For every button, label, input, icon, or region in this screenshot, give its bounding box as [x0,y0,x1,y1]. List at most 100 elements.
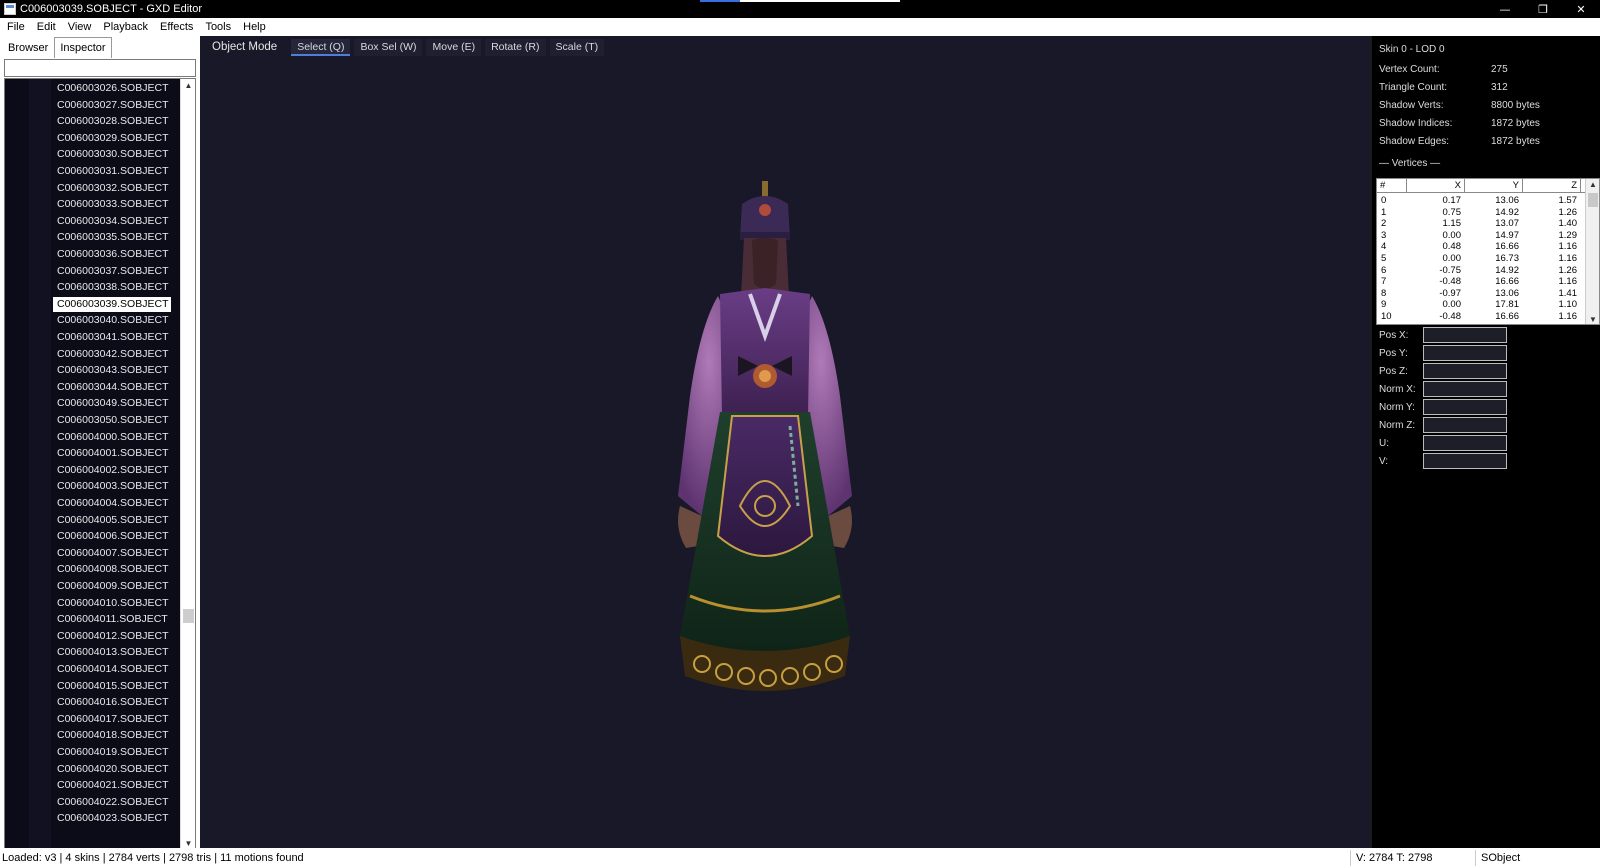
table-row[interactable]: 7 -0.48 16.66 1.16 [1377,276,1587,288]
list-item[interactable]: C006003037.SOBJECT [53,264,171,279]
vscroll-down-icon[interactable]: ▼ [1586,314,1599,324]
box-select-tool-button[interactable]: Box Sel (W) [354,38,423,56]
table-row[interactable]: 10 -0.48 16.66 1.16 [1377,311,1587,323]
maximize-button[interactable]: ❐ [1524,0,1562,18]
table-row[interactable]: 0 0.17 13.06 1.57 [1377,195,1587,207]
move-tool-button[interactable]: Move (E) [426,38,482,56]
field-input[interactable] [1423,435,1507,451]
menu-help[interactable]: Help [238,21,273,33]
list-item[interactable]: C006003031.SOBJECT [53,164,171,179]
list-item[interactable]: C006003041.SOBJECT [53,330,171,345]
col-index[interactable]: # [1377,179,1407,193]
scroll-up-icon[interactable]: ▲ [181,79,195,93]
field-input[interactable] [1423,381,1507,397]
list-item[interactable]: C006004007.SOBJECT [53,546,171,561]
vertices-table[interactable]: # X Y Z 0 0.17 13.06 1.57 1 0.75 14.92 1.26 2 1.1… [1376,178,1600,325]
skin-lod-title: Skin 0 - LOD 0 [1379,44,1445,55]
list-item[interactable]: C006003042.SOBJECT [53,347,171,362]
list-item[interactable]: C006004002.SOBJECT [53,463,171,478]
list-item[interactable]: C006004005.SOBJECT [53,513,171,528]
list-item[interactable]: C006004022.SOBJECT [53,795,171,810]
menu-effects[interactable]: Effects [155,21,200,33]
table-row[interactable]: 3 0.00 14.97 1.29 [1377,230,1587,242]
list-item[interactable]: C006004004.SOBJECT [53,496,171,511]
list-item[interactable]: C006003032.SOBJECT [53,181,171,196]
field-input[interactable] [1423,399,1507,415]
list-item[interactable]: C006003039.SOBJECT [53,296,172,312]
scroll-thumb[interactable] [183,609,194,623]
character-model[interactable] [640,176,910,776]
list-item[interactable]: C006003033.SOBJECT [53,197,171,212]
list-item[interactable]: C006003036.SOBJECT [53,247,171,262]
table-row[interactable]: 2 1.15 13.07 1.40 [1377,218,1587,230]
col-y[interactable]: Y [1465,179,1523,193]
table-row[interactable]: 9 0.00 17.81 1.10 [1377,299,1587,311]
list-item[interactable]: C006004015.SOBJECT [53,679,171,694]
list-item[interactable]: C006003034.SOBJECT [53,214,171,229]
table-row[interactable]: 6 -0.75 14.92 1.26 [1377,265,1587,277]
list-item[interactable]: C006004006.SOBJECT [53,529,171,544]
minimize-button[interactable]: — [1486,0,1524,18]
list-item[interactable]: C006004021.SOBJECT [53,778,171,793]
list-item[interactable]: C006003050.SOBJECT [53,413,171,428]
menu-file[interactable]: File [2,21,32,33]
list-item[interactable]: C006003043.SOBJECT [53,363,171,378]
list-vertical-scrollbar[interactable]: ▲ ▼ [180,79,195,851]
field-input[interactable] [1423,345,1507,361]
list-item[interactable]: C006004014.SOBJECT [53,662,171,677]
scale-tool-button[interactable]: Scale (T) [549,38,605,56]
hat-jewel [759,204,771,216]
stat-value: 8800 bytes [1491,100,1540,111]
list-item[interactable]: C006004001.SOBJECT [53,446,171,461]
list-item[interactable]: C006003040.SOBJECT [53,313,171,328]
field-input[interactable] [1423,363,1507,379]
vscroll-up-icon[interactable]: ▲ [1586,179,1599,191]
list-item[interactable]: C006004003.SOBJECT [53,479,171,494]
3d-viewport[interactable]: Object Mode Select (Q) Box Sel (W) Move … [200,36,1370,848]
menu-playback[interactable]: Playback [98,21,155,33]
list-item[interactable]: C006004013.SOBJECT [53,645,171,660]
list-item[interactable]: C006004008.SOBJECT [53,562,171,577]
field-input[interactable] [1423,327,1507,343]
table-row[interactable]: 5 0.00 16.73 1.16 [1377,253,1587,265]
list-item[interactable]: C006003030.SOBJECT [53,147,171,162]
list-item[interactable]: C006003029.SOBJECT [53,131,171,146]
list-item[interactable]: C006003027.SOBJECT [53,98,171,113]
table-row[interactable]: 8 -0.97 13.06 1.41 [1377,288,1587,300]
list-item[interactable]: C006004000.SOBJECT [53,430,171,445]
list-item[interactable]: C006003049.SOBJECT [53,396,171,411]
tab-inspector[interactable]: Inspector [54,37,112,58]
field-input[interactable] [1423,417,1507,433]
list-item[interactable]: C006004018.SOBJECT [53,728,171,743]
list-item[interactable]: C006003028.SOBJECT [53,114,171,129]
table-row[interactable]: 4 0.48 16.66 1.16 [1377,241,1587,253]
list-item[interactable]: C006004009.SOBJECT [53,579,171,594]
field-input[interactable] [1423,453,1507,469]
list-item[interactable]: C006003026.SOBJECT [53,81,171,96]
menu-tools[interactable]: Tools [200,21,238,33]
table-row[interactable]: 1 0.75 14.92 1.26 [1377,207,1587,219]
list-item[interactable]: C006004017.SOBJECT [53,712,171,727]
menu-edit[interactable]: Edit [32,21,63,33]
list-item[interactable]: C006004019.SOBJECT [53,745,171,760]
list-item[interactable]: C006004016.SOBJECT [53,695,171,710]
list-item[interactable]: C006003035.SOBJECT [53,230,171,245]
list-item[interactable]: C006004023.SOBJECT [53,811,171,826]
vertex-field: Norm Z: [1379,417,1507,433]
rotate-tool-button[interactable]: Rotate (R) [485,38,546,56]
list-item[interactable]: C006004012.SOBJECT [53,629,171,644]
col-x[interactable]: X [1407,179,1465,193]
list-item[interactable]: C006004020.SOBJECT [53,762,171,777]
vertices-scrollbar[interactable]: ▲ ▼ [1585,179,1599,324]
close-button[interactable]: ✕ [1562,0,1600,18]
list-item[interactable]: C006003038.SOBJECT [53,280,171,295]
tab-browser[interactable]: Browser [2,37,54,58]
menu-view[interactable]: View [63,21,99,33]
list-item[interactable]: C006004010.SOBJECT [53,596,171,611]
search-input[interactable] [4,59,196,77]
col-z[interactable]: Z [1523,179,1581,193]
list-item[interactable]: C006004011.SOBJECT [53,612,171,627]
select-tool-button[interactable]: Select (Q) [291,38,351,56]
vscroll-thumb[interactable] [1588,193,1598,207]
list-item[interactable]: C006003044.SOBJECT [53,380,171,395]
